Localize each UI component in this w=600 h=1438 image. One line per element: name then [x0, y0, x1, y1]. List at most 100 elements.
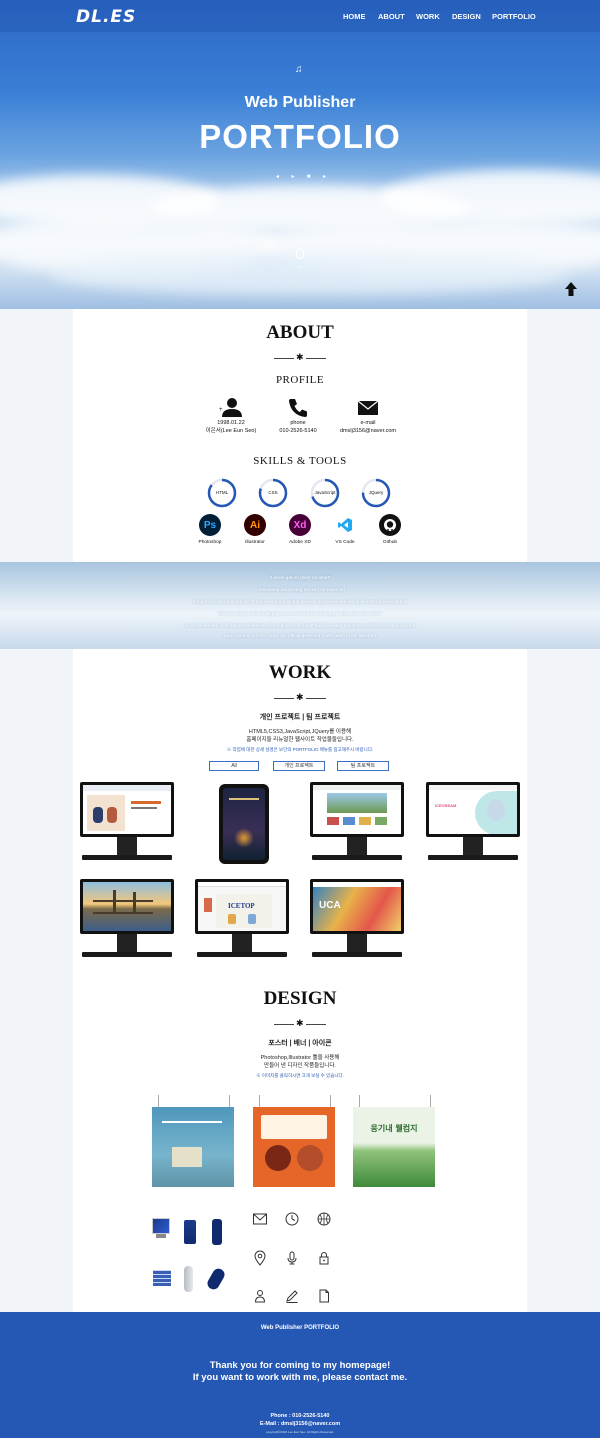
quote-line: tempor incididunt ut labore et dolore ma…	[192, 600, 408, 605]
skill-ring-jquery: JQuery	[361, 478, 391, 508]
skill-ring-css: CSS	[258, 478, 288, 508]
design-title: DESIGN	[263, 988, 337, 1009]
project-card-5[interactable]	[80, 879, 174, 963]
top-nav: DL.ES HOME ABOUT WORK DESIGN PORTFOLIO	[0, 0, 600, 32]
footer-copyright: copyright©2023 Lee Eun Seo. All Rights R…	[266, 1430, 334, 1434]
chevron-down-icon[interactable]: ⌄	[296, 262, 302, 270]
footer-message: Thank you for coming to my homepage! If …	[192, 1360, 408, 1383]
tool-label: Adobe XD	[289, 540, 311, 545]
play-icon[interactable]: ▸	[291, 173, 294, 181]
design-note: ※ 이미지를 클릭하시면 크게 보실 수 있습니다.	[256, 1073, 344, 1078]
user-line-icon[interactable]	[252, 1288, 268, 1304]
mail-icon	[357, 400, 379, 415]
project-card-1[interactable]	[80, 782, 174, 866]
stop-icon[interactable]: ■	[307, 173, 311, 181]
hero-title: PORTFOLIO	[199, 118, 401, 155]
work-heading: 개인 프로젝트 | 팀 프로젝트	[259, 714, 341, 721]
project-card-4[interactable]: ICECREAM	[426, 782, 520, 866]
basketball-icon[interactable]	[316, 1211, 332, 1227]
footer-email[interactable]: E-Mail : dmslj3156@naver.com	[0, 1421, 600, 1427]
section-divider: ✱	[274, 1018, 326, 1028]
prev-icon[interactable]: ◂	[276, 173, 279, 181]
tool-label: VS Code	[335, 540, 355, 545]
vs-code-icon	[334, 514, 356, 536]
pen-icon[interactable]	[284, 1288, 300, 1304]
nav-design[interactable]: DESIGN	[452, 12, 481, 21]
quote-line: in reprehenderit in voluptate velit esse…	[184, 624, 416, 629]
pc-product-image[interactable]	[184, 1220, 196, 1244]
project-card-7[interactable]: UCA	[310, 879, 404, 963]
skill-label: CSS	[268, 490, 278, 495]
skill-label: HTML	[215, 490, 229, 495]
filter-team-button[interactable]: 팀 프로젝트	[337, 761, 389, 771]
monitor-product-image[interactable]	[152, 1218, 170, 1242]
section-divider: ✱	[274, 352, 326, 362]
poster-1[interactable]	[152, 1095, 234, 1187]
tube-product-image[interactable]	[184, 1266, 193, 1292]
footer-phone: Phone : 010-2526-5140	[270, 1413, 330, 1419]
tool-label: Illustrator	[245, 540, 265, 545]
footer-title: Web Publisher PORTFOLIO	[260, 1325, 340, 1331]
nav-work[interactable]: WORK	[416, 12, 440, 21]
tool-label: Photoshop	[198, 540, 222, 545]
lock-icon[interactable]	[316, 1250, 332, 1266]
skill-label: JavaScript	[314, 490, 336, 495]
footer: Web Publisher PORTFOLIO Thank you for co…	[0, 1312, 600, 1438]
tool-adobe-xd: Xd Adobe XD	[280, 514, 320, 545]
skills-title: SKILLS & TOOLS	[253, 455, 347, 467]
adobe-xd-icon: Xd	[289, 514, 311, 536]
phone-icon	[289, 399, 307, 417]
design-heading: 포스터 | 배너 | 아이콘	[268, 1040, 332, 1047]
nav-home[interactable]: HOME	[343, 12, 366, 21]
speaker-product-image[interactable]	[212, 1219, 222, 1245]
tool-vs-code: VS Code	[325, 514, 365, 545]
section-divider: ✱	[274, 692, 326, 702]
profile-title: PROFILE	[275, 374, 325, 386]
hero-subtitle: Web Publisher	[244, 94, 356, 111]
quote-band: "Lorem ipsum dolor sit amet" consectetur…	[0, 562, 600, 649]
design-desc-2: 만들어 낸 디자인 작품들입니다.	[264, 1063, 336, 1069]
nav-portfolio[interactable]: PORTFOLIO	[492, 12, 536, 21]
location-pin-icon[interactable]	[252, 1250, 268, 1266]
svg-text:+: +	[219, 407, 223, 413]
filter-all-button[interactable]: All	[209, 761, 259, 771]
tool-github: Github	[370, 514, 410, 545]
site-logo[interactable]: DL.ES	[76, 7, 136, 27]
arrow-up-icon[interactable]	[562, 280, 580, 298]
poster-2[interactable]	[253, 1095, 335, 1187]
clock-icon[interactable]	[284, 1211, 300, 1227]
skill-ring-html: HTML	[207, 478, 237, 508]
project-card-2[interactable]	[219, 784, 269, 864]
mouse-scroll-icon[interactable]	[296, 248, 304, 259]
photoshop-icon: Ps	[199, 514, 221, 536]
solar-product-image[interactable]	[153, 1270, 171, 1286]
user-icon: +	[219, 398, 242, 417]
skill-label: JQuery	[368, 490, 384, 495]
project-card-3[interactable]	[310, 782, 404, 866]
tool-illustrator: Ai Illustrator	[235, 514, 275, 545]
github-icon	[379, 514, 401, 536]
quote-line: "Lorem ipsum dolor sit amet"	[269, 576, 331, 581]
next-icon[interactable]: ▸	[323, 173, 326, 181]
nav-about[interactable]: ABOUT	[378, 12, 405, 21]
microphone-icon[interactable]	[284, 1250, 300, 1266]
work-desc-1: HTML5,CSS3,JavaScript,JQuery를 이용해	[248, 729, 352, 735]
quote-line: consectetur adipiscing elit sed do eiusm…	[254, 588, 346, 593]
document-icon[interactable]	[316, 1288, 332, 1304]
filter-personal-button[interactable]: 개인 프로젝트	[273, 761, 325, 771]
mail-line-icon[interactable]	[252, 1211, 268, 1227]
work-title: WORK	[268, 662, 332, 683]
profile-email: e-mail dmslj3156@naver.com	[323, 397, 413, 435]
illustrator-icon: Ai	[244, 514, 266, 536]
project-card-6[interactable]: ICETOP	[195, 879, 289, 963]
quote-line: ullamco laboris nisi ut aliquip ex ea co…	[218, 612, 382, 617]
skill-ring-javascript: JavaScript	[310, 478, 340, 508]
hero-section: DL.ES HOME ABOUT WORK DESIGN PORTFOLIO ♫…	[0, 0, 600, 309]
tool-photoshop: Ps Photoshop	[190, 514, 230, 545]
slider-controls: ◂ ▸ ■ ▸	[276, 173, 326, 181]
about-title: ABOUT	[266, 322, 334, 343]
music-note-icon[interactable]: ♫	[295, 64, 303, 75]
poster-3[interactable]: 웅기내 웰컴지	[353, 1095, 435, 1187]
tool-label: Github	[382, 540, 398, 545]
quote-line: non proident sunt in culpa qui officia d…	[223, 634, 377, 639]
